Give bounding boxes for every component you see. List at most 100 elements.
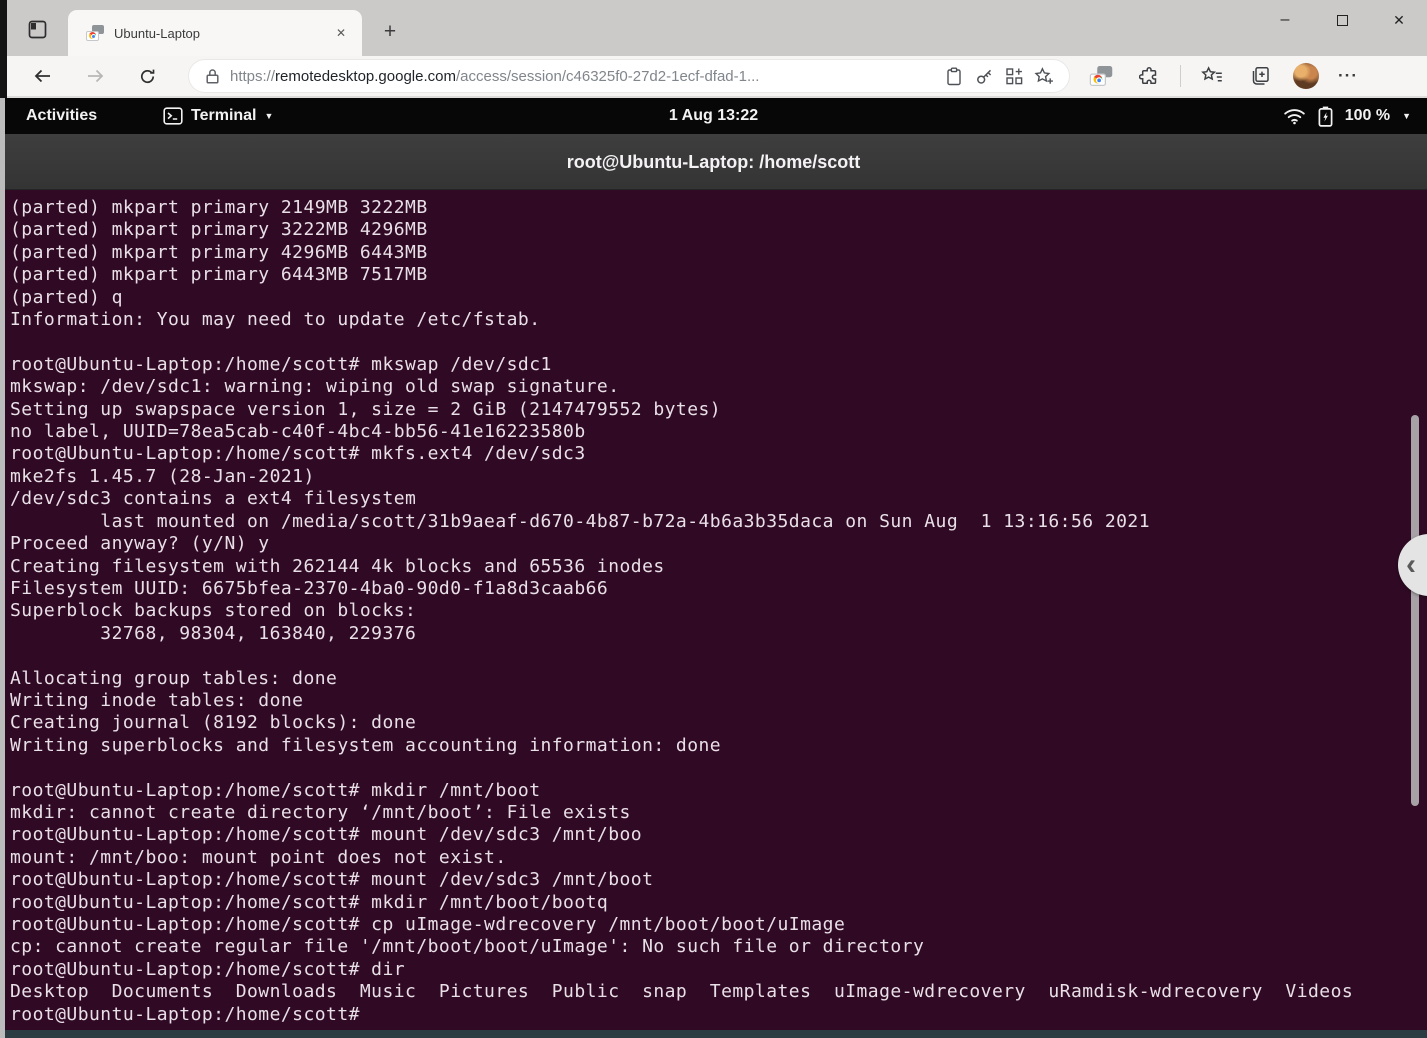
star-list-icon — [1201, 66, 1222, 82]
puzzle-piece-icon — [1138, 66, 1156, 84]
terminal-title: root@Ubuntu-Laptop: /home/scott — [566, 151, 861, 172]
toolbar-divider — [1180, 65, 1181, 87]
terminal-line: cp: cannot create regular file '/mnt/boo… — [10, 936, 925, 958]
terminal-screen[interactable]: (parted) mkpart primary 2149MB 3222MB (pa… — [0, 190, 1427, 1030]
add-favorite-button[interactable] — [1029, 61, 1059, 91]
window-maximize-button[interactable] — [1319, 0, 1365, 40]
terminal-line: root@Ubuntu-Laptop:/home/scott# mount /d… — [10, 824, 643, 846]
url-host: remotedesktop.google.com — [275, 67, 456, 85]
terminal-headerbar: root@Ubuntu-Laptop: /home/scott ≡ ✕ — [0, 134, 1427, 315]
url-scheme: https:// — [230, 67, 276, 85]
math-solver-button[interactable] — [999, 61, 1029, 91]
browser-toolbar: https://remotedesktop.google.com/access/… — [0, 56, 1427, 98]
terminal-line: last mounted on /media/scott/31b9aeaf-d6… — [10, 510, 1150, 532]
battery-percent-label: 100 % — [1344, 107, 1391, 124]
lock-icon — [205, 68, 220, 85]
key-icon — [976, 69, 991, 84]
terminal-line: Allocating group tables: done — [10, 667, 338, 689]
tab-close-icon[interactable]: ✕ — [330, 22, 352, 44]
grid-plus-icon — [1005, 67, 1022, 84]
terminal-line: root@Ubuntu-Laptop:/home/scott# — [10, 1003, 360, 1025]
terminal-line: 32768, 98304, 163840, 229376 — [10, 622, 417, 644]
app-menu-caret-icon: ▼ — [264, 111, 274, 121]
remote-desktop-favicon — [86, 25, 104, 41]
tab-title: Ubuntu-Laptop — [114, 25, 201, 41]
screen-left-edge-dark — [0, 0, 7, 98]
terminal-line: Desktop Documents Downloads Music Pictur… — [10, 981, 1354, 1003]
profile-avatar[interactable] — [1293, 63, 1319, 89]
terminal-line: (parted) mkpart primary 2149MB 3222MB — [10, 197, 428, 218]
forward-arrow-icon — [88, 69, 104, 83]
wifi-icon — [1283, 108, 1306, 125]
terminal-app-icon — [163, 107, 183, 125]
browser-tab[interactable]: Ubuntu-Laptop ✕ — [68, 10, 362, 56]
url-path: /access/session/c46325f0-27d2-1ecf-dfad-… — [455, 67, 760, 85]
terminal-line: mkswap: /dev/sdc1: warning: wiping old s… — [10, 376, 620, 398]
terminal-line: mke2fs 1.45.7 (28-Jan-2021) — [10, 465, 315, 487]
terminal-line: Filesystem UUID: 6675bfea-2370-4ba0-90d0… — [10, 577, 609, 599]
settings-and-more-button[interactable]: ··· — [1331, 59, 1365, 93]
maximize-icon — [1336, 14, 1348, 26]
terminal-line: Proceed anyway? (y/N) y — [10, 533, 270, 555]
terminal-app-label: Terminal — [191, 107, 257, 124]
battery-charging-icon — [1318, 106, 1333, 127]
terminal-line: root@Ubuntu-Laptop:/home/scott# mount /d… — [10, 869, 654, 891]
system-menu-caret-icon: ▼ — [1402, 111, 1411, 121]
password-manager-button[interactable] — [969, 61, 999, 91]
tab-actions-menu-button[interactable] — [22, 16, 52, 42]
terminal-line: root@Ubuntu-Laptop:/home/scott# cp uImag… — [10, 914, 846, 935]
window-minimize-button[interactable]: – — [1262, 0, 1308, 40]
terminal-line: Writing inode tables: done — [10, 689, 304, 711]
collections-button[interactable] — [1243, 59, 1277, 93]
terminal-line: root@Ubuntu-Laptop:/home/scott# mkswap /… — [10, 353, 552, 375]
terminal-line: (parted) mkpart primary 4296MB 6443MB — [10, 241, 428, 263]
terminal-line: mkdir: cannot create directory ‘/mnt/boo… — [10, 801, 631, 823]
terminal-output: (parted) mkpart primary 2149MB 3222MB (pa… — [0, 190, 1427, 1026]
bottom-edge-strip — [0, 1030, 1427, 1038]
forward-button[interactable] — [78, 59, 112, 93]
terminal-line: (parted) mkpart primary 3222MB 4296MB — [10, 219, 428, 241]
favorites-button[interactable] — [1195, 59, 1229, 93]
terminal-line: Setting up swapspace version 1, size = 2… — [10, 398, 722, 420]
address-bar[interactable]: https://remotedesktop.google.com/access/… — [188, 59, 1070, 93]
terminal-line: root@Ubuntu-Laptop:/home/scott# dir — [10, 958, 406, 980]
terminal-line: Writing superblocks and filesystem accou… — [10, 734, 722, 756]
terminal-line: Information: You may need to update /etc… — [10, 309, 541, 331]
window-close-button[interactable]: ✕ — [1376, 0, 1422, 40]
refresh-icon — [140, 69, 154, 83]
url-text: https://remotedesktop.google.com/access/… — [230, 68, 939, 85]
terminal-line: Superblock backups stored on blocks: — [10, 600, 417, 622]
remote-desktop-extension-button[interactable] — [1084, 59, 1118, 93]
back-button[interactable] — [26, 59, 60, 93]
terminal-line: root@Ubuntu-Laptop:/home/scott# mkfs.ext… — [10, 443, 586, 465]
terminal-line: root@Ubuntu-Laptop:/home/scott# mkdir /m… — [10, 891, 609, 913]
back-arrow-icon — [34, 69, 50, 83]
refresh-button[interactable] — [130, 59, 164, 93]
new-tab-button[interactable]: + — [376, 18, 404, 46]
screen-left-edge-light — [0, 98, 5, 1038]
copy-url-button[interactable] — [939, 61, 969, 91]
terminal-line: root@Ubuntu-Laptop:/home/scott# mkdir /m… — [10, 779, 541, 801]
terminal-line: no label, UUID=78ea5cab-c40f-4bc4-bb56-4… — [10, 421, 586, 443]
terminal-line: Creating filesystem with 262144 4k block… — [10, 555, 665, 577]
terminal-line: mount: /mnt/boo: mount point does not ex… — [10, 846, 507, 868]
terminal-line: /dev/sdc3 contains a ext4 filesystem — [10, 488, 417, 510]
collections-icon — [1252, 67, 1269, 85]
extensions-button[interactable] — [1132, 59, 1166, 93]
tab-actions-icon — [27, 19, 48, 40]
browser-titlebar: Ubuntu-Laptop ✕ + – ✕ — [0, 0, 1427, 56]
system-status-menu[interactable]: 100 % ▼ — [1283, 98, 1411, 134]
activities-button[interactable]: Activities — [26, 98, 97, 134]
clipboard-icon — [947, 67, 961, 85]
star-plus-icon — [1033, 66, 1053, 84]
remote-desktop-icon — [1089, 66, 1113, 86]
gnome-top-bar: 1 Aug 13:22 Activities Terminal ▼ 100 % — [0, 98, 1427, 134]
terminal-line: Creating journal (8192 blocks): done — [10, 712, 417, 734]
terminal-scrollbar[interactable] — [1411, 415, 1419, 806]
terminal-line: (parted) q — [10, 286, 123, 308]
terminal-line: (parted) mkpart primary 6443MB 7517MB — [10, 264, 428, 286]
terminal-app-menu[interactable]: Terminal ▼ — [163, 98, 273, 134]
